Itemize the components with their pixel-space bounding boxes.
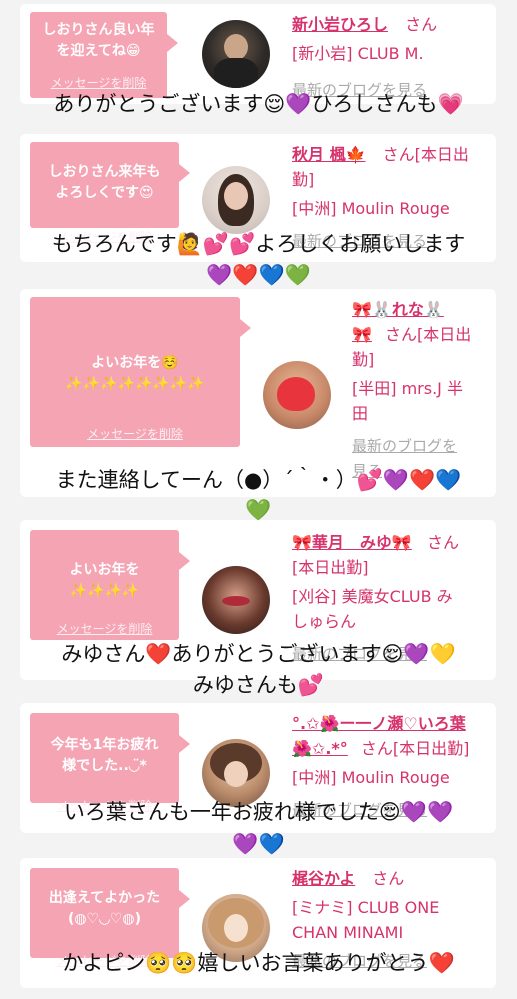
message-bubble: よいお年を☺️ ✨✨✨✨✨✨✨✨ メッセージを削除 [30, 297, 251, 447]
delete-message-link[interactable]: メッセージを削除 [30, 425, 240, 442]
delete-message-link[interactable]: メッセージを削除 [30, 620, 179, 637]
sender-shop[interactable]: [新小岩] CLUB M. [292, 41, 492, 66]
avatar[interactable] [202, 20, 270, 88]
sender-shop[interactable]: [中洲] Moulin Rouge [292, 196, 492, 221]
sender-shop[interactable]: [半田] mrs.J 半 田 [352, 376, 492, 426]
reply-text: また連絡してーん（●）´｀・）💕💜❤️💙 [55, 468, 462, 492]
sender-name[interactable]: 🎀華月 みゆ🎀 [292, 533, 412, 552]
sender-shop[interactable]: [ミナミ] CLUB ONE CHAN MINAMI [292, 895, 492, 945]
message-text: 今年も1年お疲れ 様でした..◡̈* [50, 737, 159, 774]
message-text: しおりさん良い年 を迎えてね😁 [42, 22, 155, 59]
avatar[interactable] [202, 166, 270, 234]
message-bubble: しおりさん来年も よろしくです😍 メッセージを削除 [30, 142, 190, 244]
reply-text: もちろんです🙋💕💕よろしくお願いします [51, 232, 466, 256]
sender-status: [本日出勤] [292, 558, 369, 577]
sender-honorific: さん [405, 15, 438, 34]
message-text: しおりさん来年も よろしくです😍 [48, 164, 161, 201]
avatar[interactable] [263, 361, 331, 429]
message-text: 出逢えてよかった (◍♡◡♡◍) [48, 890, 161, 927]
message-bubble: しおりさん良い年 を迎えてね😁 メッセージを削除 [30, 12, 178, 98]
sender-shop[interactable]: [中洲] Moulin Rouge [292, 765, 492, 790]
reply-text: かよピン🥺🥺嬉しいお言葉ありがとう❤️ [62, 951, 455, 975]
sender-info: 🎀🐰れな🐰 🎀 さん[本日出 勤] [半田] mrs.J 半 田 最新のブログを… [352, 297, 492, 484]
sender-name[interactable]: 新小岩ひろし [292, 15, 388, 34]
sender-name[interactable]: 梶谷かよ [292, 869, 355, 888]
sender-shop[interactable]: [刈谷] 美魔女CLUB み しゅらん [292, 584, 492, 634]
sender-honorific: さん [426, 533, 459, 552]
reply-text: ありがとうございます😌💜ひろしさんも💗 [53, 92, 464, 116]
message-bubble: よいお年を ✨✨✨✨ メッセージを削除 [30, 530, 190, 640]
message-bubble: 出逢えてよかった (◍♡◡♡◍) メッセージを削除 [30, 868, 190, 968]
reply-text-line-2: 💜💙 [232, 832, 285, 856]
reply-text-line-2: みゆさんも💕 [192, 673, 325, 697]
sender-name[interactable]: 秋月 楓🍁 [292, 145, 366, 164]
message-text: よいお年を ✨✨✨✨ [69, 562, 140, 599]
sender-honorific: さん [372, 869, 405, 888]
reply-text: みゆさん❤️ありがとうございます😌💜💛 [61, 642, 456, 666]
message-text: よいお年を☺️ ✨✨✨✨✨✨✨✨ [65, 355, 205, 392]
reply-text: いろ葉さんも一年お疲れ様でした😌💜💜 [63, 800, 454, 824]
avatar[interactable] [202, 566, 270, 634]
message-bubble: 今年も1年お疲れ 様でした..◡̈* メッセージを削除 [30, 713, 190, 813]
sender-honorific: さん[本日出勤] [360, 739, 470, 758]
reply-text-line-2: 💜❤️💙💚 [206, 263, 311, 287]
